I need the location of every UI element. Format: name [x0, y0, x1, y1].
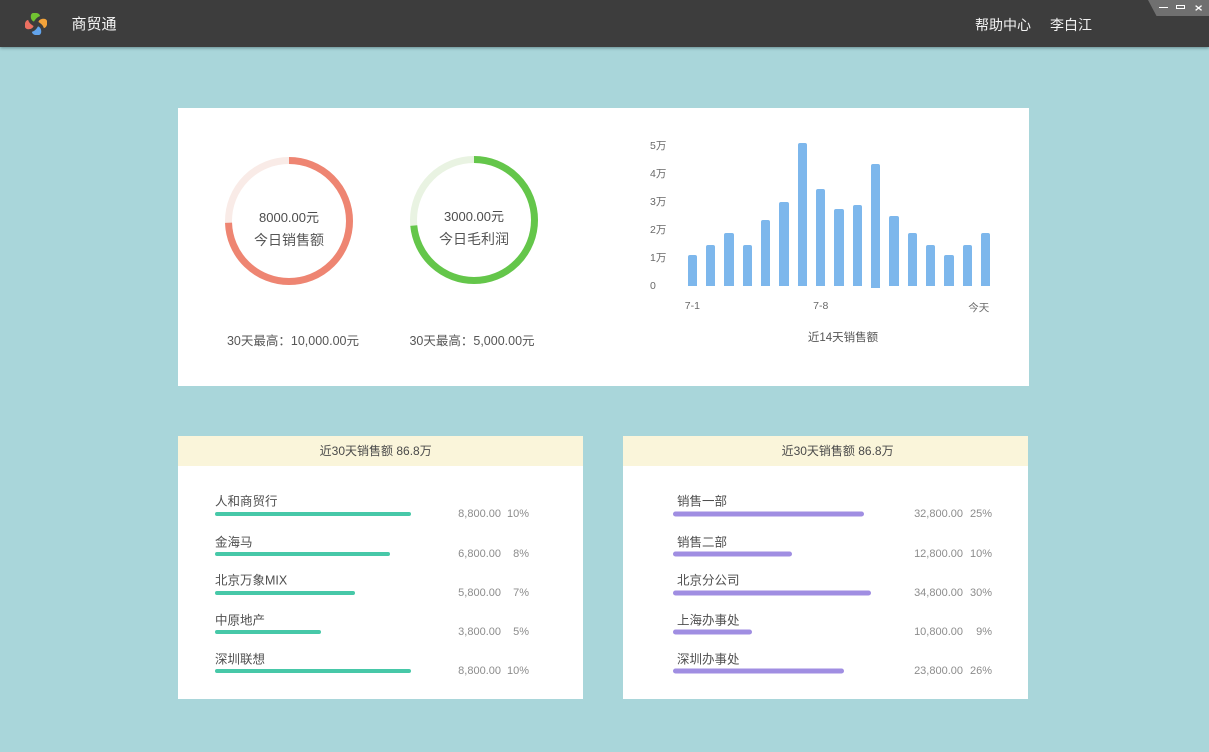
rank-row-amount: 3,800.00: [458, 626, 501, 638]
bar-day-17: [981, 233, 990, 286]
x-axis-tick: 今天: [968, 300, 989, 315]
customer-rank-title: 近30天销售额 86.8万: [178, 436, 583, 466]
today-profit-gauge: 3000.00元 今日毛利润: [406, 152, 542, 288]
rank-row-label: 北京分公司: [677, 570, 740, 589]
rank-row-label: 金海马: [215, 531, 253, 550]
rank-row-percent: 10%: [970, 548, 992, 560]
department-rank-title: 近30天销售额 86.8万: [623, 436, 1028, 466]
rank-row-bar: [215, 630, 321, 634]
x-axis-tick: 7-1: [685, 300, 700, 312]
rank-row-percent: 26%: [970, 665, 992, 677]
customer-rank-card: 近30天销售额 86.8万 人和商贸行 8,800.00 10% 金海马 6,800.0…: [178, 436, 583, 699]
today-profit-label: 今日毛利润: [406, 229, 542, 249]
app-window: 商贸通 帮助中心 李白江 8000.00元 今日销售额 30天最高：10,000…: [0, 0, 1209, 752]
rank-row-amount: 34,800.00: [914, 587, 963, 599]
rank-row-amount: 6,800.00: [458, 548, 501, 560]
bar-day-9: [834, 209, 843, 286]
user-menu[interactable]: 李白江: [1050, 0, 1092, 47]
bar-day-16: [963, 245, 972, 286]
bar-day-2: [706, 245, 715, 286]
y-axis-tick: 0: [650, 279, 656, 293]
rank-row-amount: 5,800.00: [458, 587, 501, 599]
rank-row-percent: 30%: [970, 587, 992, 599]
rank-row-percent: 9%: [976, 626, 992, 638]
app-title: 商贸通: [72, 0, 117, 47]
today-summary-card: 8000.00元 今日销售额 30天最高：10,000.00元 3000.00元…: [178, 108, 1029, 386]
rank-row-bar: [673, 668, 844, 673]
y-axis-tick: 1万: [650, 251, 666, 265]
maximize-icon[interactable]: [1176, 0, 1187, 16]
close-icon[interactable]: [1195, 0, 1203, 16]
rank-row-bar: [215, 512, 411, 516]
rank-row-label: 深圳办事处: [677, 648, 740, 667]
rank-row-label: 深圳联想: [215, 648, 265, 667]
titlebar: 商贸通 帮助中心 李白江: [0, 0, 1209, 47]
rank-row-amount: 10,800.00: [914, 626, 963, 638]
x-axis-tick: 7-8: [813, 300, 828, 312]
rank-row-bar: [673, 551, 792, 556]
department-rank-card: 近30天销售额 86.8万 销售一部 32,800.00 25% 销售二部 12,800…: [623, 436, 1028, 699]
today-sales-amount: 8000.00元: [221, 207, 357, 226]
bar-day-10: [853, 205, 862, 286]
bar-day-12: [889, 216, 898, 286]
window-controls: [1147, 0, 1209, 16]
bar-day-4: [743, 245, 752, 286]
today-sales-gauge: 8000.00元 今日销售额: [221, 153, 357, 289]
rank-row-percent: 10%: [507, 508, 529, 520]
today-sales-label: 今日销售额: [221, 230, 357, 250]
bar-chart-title: 近14天销售额: [723, 329, 963, 345]
rank-row-label: 上海办事处: [677, 609, 740, 628]
bar-day-1: [688, 255, 697, 286]
today-profit-amount: 3000.00元: [406, 206, 542, 225]
bar-day-13: [908, 233, 917, 286]
rank-row-percent: 7%: [513, 587, 529, 599]
bar-day-3: [724, 233, 733, 286]
y-axis-tick: 5万: [650, 139, 666, 153]
bar-day-5: [761, 220, 770, 286]
app-logo-pinwheel-icon: [25, 13, 47, 35]
y-axis-tick: 4万: [650, 167, 666, 181]
rank-row-label: 销售二部: [677, 531, 727, 550]
rank-row-amount: 12,800.00: [914, 548, 963, 560]
rank-row-label: 中原地产: [215, 609, 265, 628]
rank-row-label: 人和商贸行: [215, 491, 278, 510]
rank-row-amount: 23,800.00: [914, 665, 963, 677]
bar-day-8: [816, 189, 825, 286]
rank-row-percent: 25%: [970, 508, 992, 520]
rank-row-bar: [673, 630, 752, 635]
bar-day-7: [798, 143, 807, 286]
rank-row-bar: [215, 669, 411, 673]
rank-row-amount: 32,800.00: [914, 508, 963, 520]
minimize-icon[interactable]: [1159, 0, 1169, 16]
rank-row-amount: 8,800.00: [458, 665, 501, 677]
y-axis-tick: 3万: [650, 195, 666, 209]
rank-row-bar: [673, 590, 871, 595]
rank-row-percent: 8%: [513, 548, 529, 560]
rank-row-label: 销售一部: [677, 491, 727, 510]
rank-row-bar: [673, 511, 864, 516]
bar-day-14: [926, 245, 935, 286]
rank-row-bar: [215, 591, 355, 595]
rank-row-percent: 10%: [507, 665, 529, 677]
bar-day-15: [944, 255, 953, 286]
rank-row-percent: 5%: [513, 626, 529, 638]
bar-day-6: [779, 202, 788, 286]
rank-row-label: 北京万象MIX: [215, 570, 287, 589]
bar-day-11: [871, 164, 880, 288]
rank-row-amount: 8,800.00: [458, 508, 501, 520]
help-center-link[interactable]: 帮助中心: [975, 0, 1031, 47]
rank-row-bar: [215, 552, 390, 556]
profit-30d-max: 30天最高：5,000.00元: [342, 330, 602, 349]
y-axis-tick: 2万: [650, 223, 666, 237]
